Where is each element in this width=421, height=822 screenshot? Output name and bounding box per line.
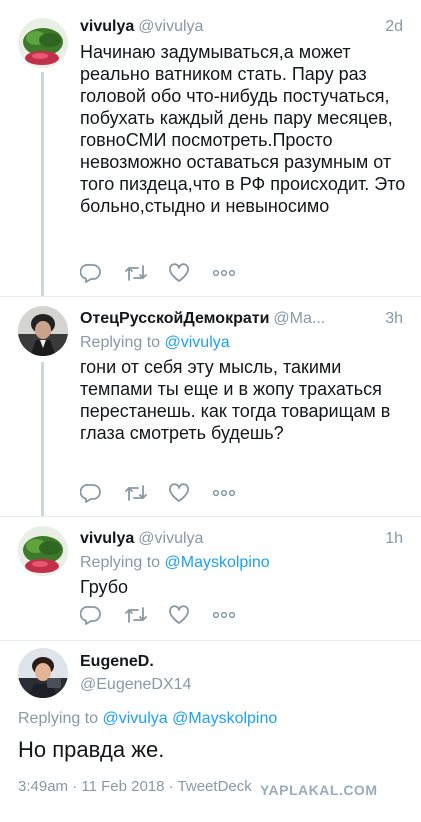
handle-row: @EugeneDX14 (80, 674, 403, 696)
replying-label: Replying to (80, 334, 161, 351)
display-name[interactable]: vivulya (80, 18, 134, 35)
tweet-header: vivulya @vivulya 1h (80, 528, 403, 550)
handle[interactable]: @vivulya (138, 18, 203, 35)
like-icon[interactable] (168, 482, 212, 504)
timestamp[interactable]: 2d (385, 16, 403, 38)
avatar-otec[interactable] (18, 306, 68, 356)
like-icon[interactable] (168, 604, 212, 626)
tweet-text: Грубо (80, 577, 129, 597)
tweet-actions (80, 262, 256, 284)
tweet-2: ОтецРусскойДемократи @Ma... 3h Replying t… (0, 296, 421, 516)
tweet-header: vivulya @vivulya 2d (80, 16, 403, 38)
tweet-text: Но правда же. (18, 737, 165, 762)
display-name[interactable]: ОтецРусскойДемократи (80, 310, 269, 327)
timestamp[interactable]: 3h (385, 308, 403, 330)
mention-link[interactable]: @Mayskolpino (165, 554, 270, 571)
timestamp[interactable]: 1h (385, 528, 403, 550)
more-icon[interactable] (212, 482, 256, 504)
tweet-3: vivulya @vivulya 1h Replying to @Mayskolp… (0, 516, 421, 640)
replying-to: Replying to @vivulya @Mayskolpino (18, 708, 277, 730)
retweet-icon[interactable] (124, 262, 168, 284)
handle[interactable]: @Ma... (273, 310, 325, 327)
tweet-meta: 3:49am · 11 Feb 2018 · TweetDeck (18, 778, 252, 795)
handle[interactable]: @vivulya (138, 530, 203, 547)
mention-link[interactable]: @vivulya (165, 334, 230, 351)
tweet-actions (80, 482, 256, 504)
thread-line (41, 72, 44, 296)
tweet-1: vivulya @vivulya 2d Начинаю задумываться,… (0, 0, 421, 296)
tweet-text: Начинаю задумываться,а может реально ват… (80, 42, 406, 216)
reply-icon[interactable] (80, 262, 124, 284)
avatar-eugened[interactable] (18, 648, 68, 698)
replying-label: Replying to (80, 554, 161, 571)
like-icon[interactable] (168, 262, 212, 284)
retweet-icon[interactable] (124, 604, 168, 626)
display-name[interactable]: vivulya (80, 530, 134, 547)
tweet-header: ОтецРусскойДемократи @Ma... 3h (80, 308, 403, 330)
watermark: YAPLAKAL.COM (260, 782, 378, 798)
mention-link[interactable]: @Mayskolpino (172, 710, 277, 727)
tweet-actions (80, 604, 256, 626)
avatar-vivulya[interactable] (18, 526, 68, 576)
display-name[interactable]: EugeneD. (80, 653, 154, 670)
mention-link[interactable]: @vivulya (103, 710, 168, 727)
reply-icon[interactable] (80, 604, 124, 626)
replying-label: Replying to (18, 710, 99, 727)
more-icon[interactable] (212, 262, 256, 284)
replying-to: Replying to @vivulya (80, 332, 230, 354)
tweet-header: EugeneD. (80, 651, 403, 673)
handle[interactable]: @EugeneDX14 (80, 676, 191, 693)
tweet-text: гони от себя эту мысль, такими темпами т… (80, 357, 391, 443)
retweet-icon[interactable] (124, 482, 168, 504)
reply-icon[interactable] (80, 482, 124, 504)
replying-to: Replying to @Mayskolpino (80, 552, 270, 574)
thread-line (41, 362, 44, 516)
more-icon[interactable] (212, 604, 256, 626)
avatar-vivulya[interactable] (18, 18, 68, 68)
